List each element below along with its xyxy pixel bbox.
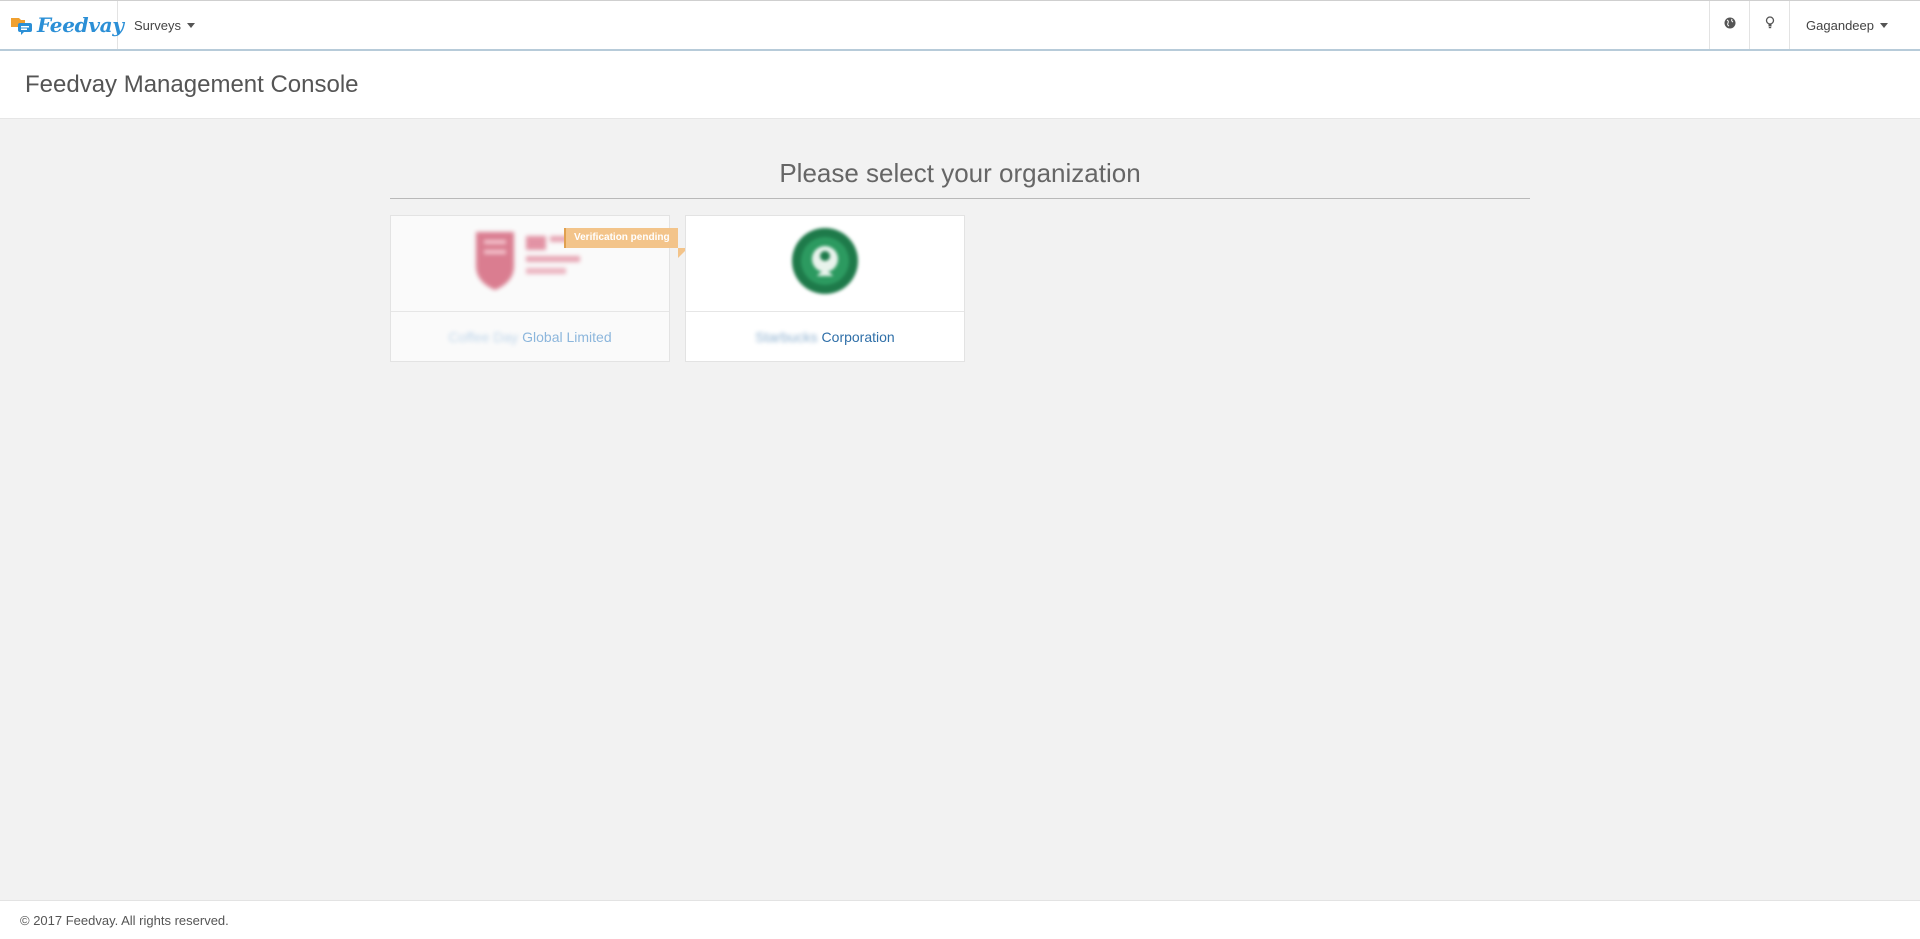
org-name-link[interactable]: Coffee Day Global Limited <box>391 312 669 362</box>
page-header: Feedvay Management Console <box>0 51 1920 119</box>
org-name-visible: Global Limited <box>522 329 612 345</box>
brand-name: Feedvay <box>37 13 124 37</box>
surveys-label: Surveys <box>134 17 181 33</box>
page-title: Feedvay Management Console <box>25 71 359 98</box>
org-logo-area <box>686 216 964 312</box>
globe-icon <box>1724 16 1736 34</box>
surveys-dropdown[interactable]: Surveys <box>118 1 211 49</box>
language-button[interactable] <box>1709 1 1749 49</box>
chevron-down-icon <box>1880 22 1888 28</box>
user-name: Gagandeep <box>1806 17 1874 33</box>
section-heading: Please select your organization <box>779 158 1141 188</box>
org-name-blurred: Coffee Day <box>448 329 519 345</box>
feedvay-logo-icon <box>10 15 34 35</box>
main-content: Please select your organization Verifica… <box>390 119 1530 365</box>
lightbulb-icon <box>1765 16 1775 34</box>
organization-card[interactable]: Starbucks Corporation <box>685 215 965 362</box>
tips-button[interactable] <box>1749 1 1789 49</box>
org-logo-icon <box>790 226 860 301</box>
chevron-down-icon <box>186 22 195 28</box>
organization-list: Verification pending Coffee Day Global L… <box>390 215 1530 365</box>
org-name-blurred: Starbucks <box>755 329 818 345</box>
user-menu-dropdown[interactable]: Gagandeep <box>1789 1 1920 49</box>
divider <box>390 198 1530 199</box>
verification-pending-badge: Verification pending <box>564 228 688 258</box>
copyright-text: © 2017 Feedvay. All rights reserved. <box>20 912 229 928</box>
brand-logo-link[interactable]: Feedvay <box>0 1 124 49</box>
navbar-right: Gagandeep <box>1709 1 1920 49</box>
org-name-link[interactable]: Starbucks Corporation <box>686 312 964 362</box>
badge-label: Verification pending <box>574 232 670 243</box>
footer: © 2017 Feedvay. All rights reserved. <box>0 900 1920 939</box>
organization-card[interactable]: Verification pending Coffee Day Global L… <box>390 215 688 362</box>
top-navbar: Feedvay Surveys Gagandeep <box>0 0 1920 51</box>
org-name-visible: Corporation <box>821 329 895 345</box>
org-logo-area: Verification pending <box>391 216 688 312</box>
